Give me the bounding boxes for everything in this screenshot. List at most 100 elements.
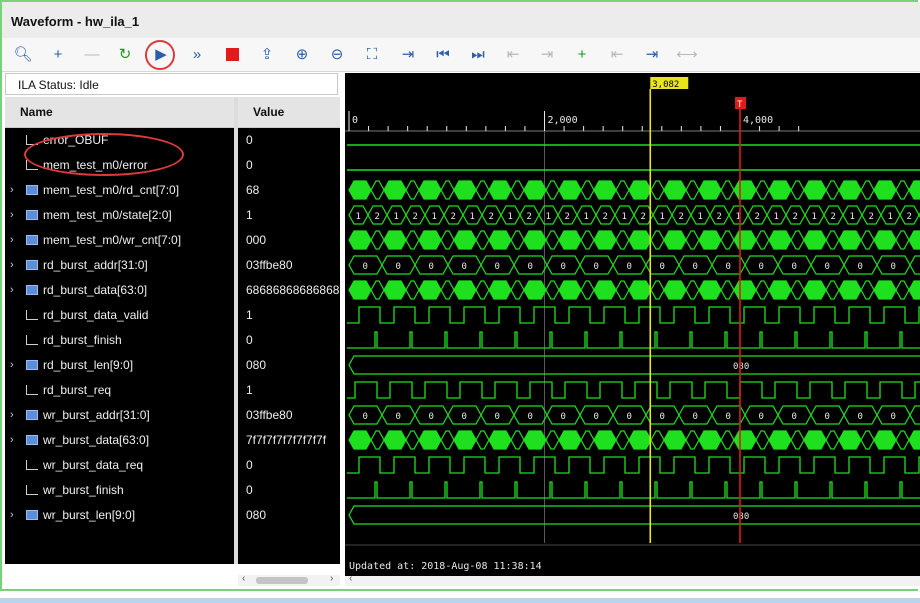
bus-segment (488, 430, 512, 450)
value-column-header[interactable]: Value (238, 97, 340, 128)
prev-marker-button[interactable]: ⇤ (606, 44, 628, 66)
expand-chevron-icon[interactable]: › (10, 278, 20, 303)
plus-icon: + (53, 46, 63, 63)
toolbar: 🔍︎ + — ↻ ▶» ⇪ ⊕ ⊖ ⛶ ⇥ ⏮ ⏭ ⇤ ⇥ + ⇤ ⇥ ⟷ (2, 38, 920, 72)
expand-chevron-icon[interactable]: › (10, 353, 20, 378)
bus-segment (685, 280, 700, 300)
expand-chevron-icon[interactable]: › (10, 228, 20, 253)
expand-chevron-icon[interactable]: › (10, 428, 20, 453)
signal-row[interactable]: rd_burst_data_valid (5, 303, 234, 328)
expand-chevron-icon[interactable]: › (10, 178, 20, 203)
bus-segment-label: 0 (792, 262, 797, 272)
zoom-in-button[interactable]: ⊕ (291, 44, 313, 66)
bus-segment-label: 2 (413, 212, 418, 222)
bus-segment-label: 0 (858, 412, 863, 422)
next-transition-button[interactable]: ⇥ (536, 44, 558, 66)
goto-end-button[interactable]: ⏭ (467, 44, 489, 66)
signal-row[interactable]: › mem_test_m0/rd_cnt[7:0] (5, 178, 234, 203)
signal-names-panel: error_OBUF mem_test_m0/error › mem_test_m0/… (5, 128, 234, 564)
signal-row[interactable]: wr_burst_finish (5, 478, 234, 503)
bus-segment (383, 280, 407, 300)
signal-row[interactable]: › mem_test_m0/state[2:0] (5, 203, 234, 228)
bus-segment-label: 0 (429, 262, 434, 272)
signal-row[interactable]: › rd_burst_addr[31:0] (5, 253, 234, 278)
add-marker-icon: + (577, 46, 587, 63)
bus-segment-label: 1 (546, 212, 551, 222)
bus-segment (838, 230, 862, 250)
signal-row[interactable]: › rd_burst_data[63:0] (5, 278, 234, 303)
swap-cursors-button[interactable]: ⟷ (676, 44, 698, 66)
title-bar: Waveform - hw_ila_1 (2, 2, 920, 39)
bus-segment-label: 0 (462, 262, 467, 272)
bus-segment (628, 280, 652, 300)
prev-transition-button[interactable]: ⇤ (502, 44, 524, 66)
add-marker-button[interactable]: + (571, 44, 593, 66)
bus-segment (663, 430, 687, 450)
bus-signal-icon (26, 360, 38, 370)
bus-segment (860, 230, 875, 250)
signal-row[interactable]: wr_burst_data_req (5, 453, 234, 478)
bus-segment-label: 0 (495, 412, 500, 422)
refresh-button[interactable]: ↻ (114, 44, 136, 66)
bus-segment-label: 0 (825, 262, 830, 272)
bus-segment (418, 280, 442, 300)
bus-segment (453, 280, 477, 300)
search-button[interactable]: 🔍︎ (12, 44, 34, 66)
bus-segment (615, 230, 630, 250)
bus-segment (405, 280, 420, 300)
name-column-header[interactable]: Name (5, 97, 234, 128)
signal-row[interactable]: rd_burst_req (5, 378, 234, 403)
scroll-right-icon[interactable]: › (330, 573, 333, 584)
bus-segment (685, 230, 700, 250)
bus-segment (825, 430, 840, 450)
run-immediate-button[interactable]: » (186, 44, 208, 66)
signal-row[interactable]: › wr_burst_data[63:0] (5, 428, 234, 453)
zoom-fit-icon: ⛶ (366, 46, 378, 63)
bus-segment-label: 0 (891, 412, 896, 422)
bus-segment (370, 430, 385, 450)
values-scroll-thumb[interactable] (256, 577, 308, 584)
signal-row[interactable]: › wr_burst_addr[31:0] (5, 403, 234, 428)
annotation-circle-run (145, 40, 175, 70)
bus-signal-icon (26, 410, 38, 420)
signal-row[interactable]: › rd_burst_len[9:0] (5, 353, 234, 378)
expand-chevron-icon[interactable]: › (10, 503, 20, 528)
bus-segment (873, 180, 897, 200)
signal-value: 0 (246, 133, 253, 147)
signal-name: wr_burst_finish (43, 483, 124, 497)
expand-chevron-icon[interactable]: › (10, 203, 20, 228)
bus-segment-label: 0 (792, 412, 797, 422)
signal-value: 080 (246, 358, 267, 372)
ruler-tick-label: 4,000 (743, 115, 773, 126)
bus-segment-label: 2 (489, 212, 494, 222)
bus-segment (685, 430, 700, 450)
signal-row[interactable]: › mem_test_m0/wr_cnt[7:0] (5, 228, 234, 253)
export-button[interactable]: ⇪ (256, 44, 278, 66)
values-scrollbar[interactable]: ‹ › (238, 573, 340, 586)
signal-row[interactable]: rd_burst_finish (5, 328, 234, 353)
remove-button[interactable]: — (81, 44, 103, 66)
bus-segment (720, 430, 735, 450)
next-marker-button[interactable]: ⇥ (641, 44, 663, 66)
waveform-canvas[interactable]: 0 2,000 4,000 1 2 1 2 1 2 1 2 1 2 1 2 1 2 1 2 1 2 1 2 1 2 1 2 1 2 1 2 1… (345, 73, 920, 576)
expand-chevron-icon[interactable]: › (10, 403, 20, 428)
expand-chevron-icon[interactable]: › (10, 253, 20, 278)
signal-row[interactable]: › wr_burst_len[9:0] (5, 503, 234, 528)
goto-start-button[interactable]: ⏮ (432, 44, 454, 66)
zoom-out-button[interactable]: ⊖ (326, 44, 348, 66)
zoom-fit-button[interactable]: ⛶ (361, 44, 383, 66)
signal-name: mem_test_m0/state[2:0] (43, 208, 172, 222)
waveform-scrollbar[interactable]: ‹ (345, 573, 920, 586)
stop-button[interactable] (221, 44, 243, 66)
goto-cursor-button[interactable]: ⇥ (397, 44, 419, 66)
add-button[interactable]: + (47, 44, 69, 66)
bus-segment (523, 280, 547, 300)
bus-segment (720, 230, 735, 250)
bus-segment (733, 280, 757, 300)
annotation-circle-error-signals (24, 133, 184, 176)
bus-segment (768, 180, 792, 200)
scroll-left-icon[interactable]: ‹ (242, 573, 245, 584)
bus-segment-label: 0 (396, 262, 401, 272)
bus-segment (908, 430, 920, 450)
bus-segment-label: 1 (432, 212, 437, 222)
